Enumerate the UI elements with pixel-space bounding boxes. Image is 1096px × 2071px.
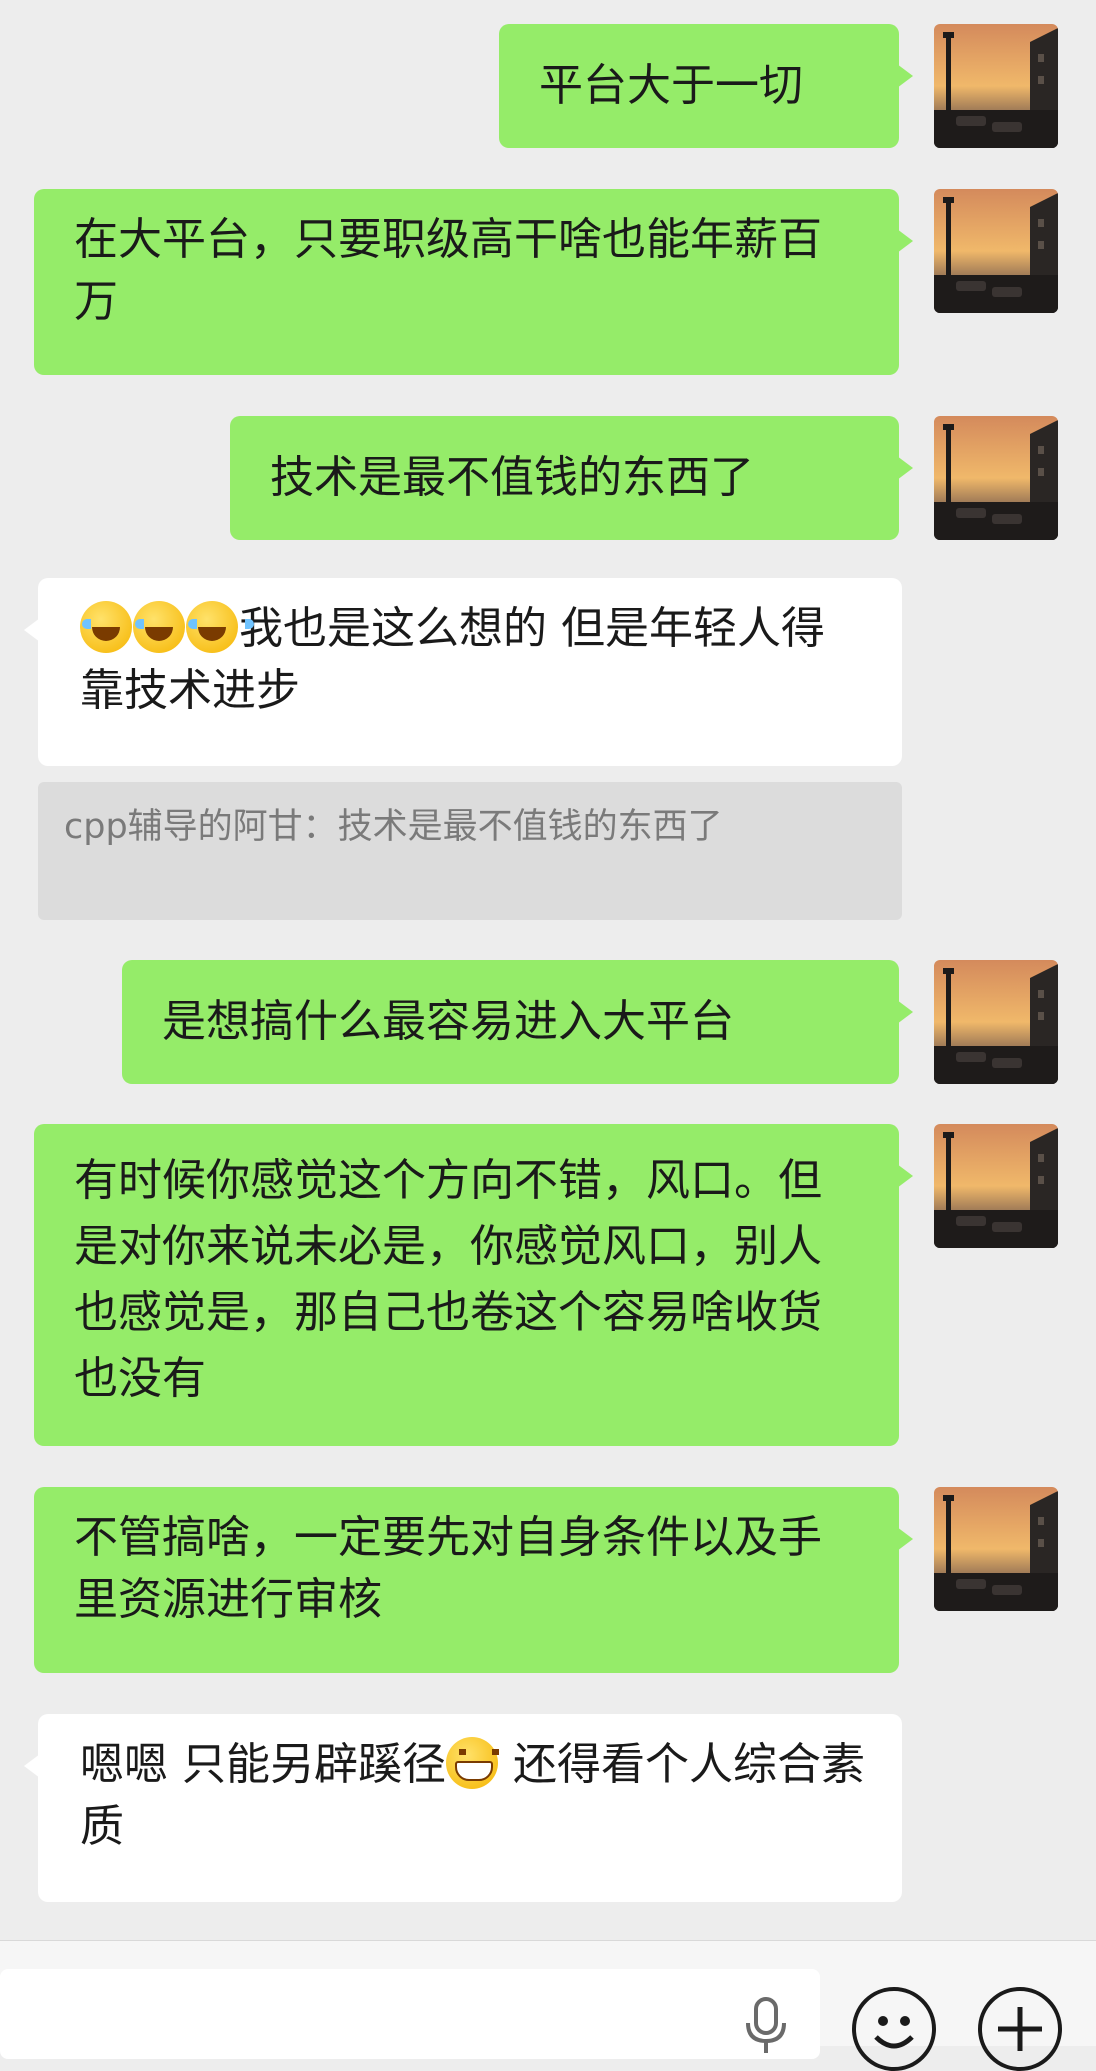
emoji-icon[interactable] (852, 1987, 936, 2071)
message-text: 嗯嗯 只能另辟蹊径 (80, 1739, 446, 1790)
message-text: 在大平台，只要职级高干啥也能年薪百万 (74, 214, 822, 327)
incoming-message[interactable]: 我也是这么想的 但是年轻人得靠技术进步 (24, 578, 902, 766)
incoming-message[interactable]: 嗯嗯 只能另辟蹊径 还得看个人综合素质 (24, 1714, 902, 1902)
message-text: 不管搞啥，一定要先对自身条件以及手里资源进行审核 (74, 1512, 822, 1625)
input-bar (0, 1940, 1096, 2071)
outgoing-message[interactable]: 有时候你感觉这个方向不错，风口。但是对你来说未必是，你感觉风口，别人也感觉是，那… (34, 1124, 913, 1446)
message-text: 是想搞什么最容易进入大平台 (162, 996, 734, 1047)
avatar[interactable] (934, 1487, 1058, 1611)
outgoing-message[interactable]: 平台大于一切 (499, 24, 913, 148)
chat-area[interactable]: 平台大于一切 在大平台，只要职级高干啥也能年薪百万 技术是最不值钱的东西了 我也… (0, 0, 1096, 1940)
tears-of-joy-emoji-icon (80, 601, 148, 653)
outgoing-message[interactable]: 技术是最不值钱的东西了 (230, 416, 913, 540)
message-text: 有时候你感觉这个方向不错，风口。但是对你来说未必是，你感觉风口，别人也感觉是，那… (74, 1155, 822, 1404)
voice-icon[interactable] (740, 1993, 792, 2053)
outgoing-message[interactable]: 不管搞啥，一定要先对自身条件以及手里资源进行审核 (34, 1487, 913, 1673)
tears-of-joy-emoji-icon (186, 601, 254, 653)
avatar[interactable] (934, 189, 1058, 313)
avatar[interactable] (934, 960, 1058, 1084)
avatar[interactable] (934, 1124, 1058, 1248)
avatar[interactable] (934, 416, 1058, 540)
quoted-message[interactable]: cpp辅导的阿甘：技术是最不值钱的东西了 (38, 782, 902, 920)
outgoing-message[interactable]: 是想搞什么最容易进入大平台 (122, 960, 913, 1084)
message-text: 平台大于一切 (539, 60, 803, 111)
message-text: 技术是最不值钱的东西了 (270, 452, 754, 503)
avatar[interactable] (934, 24, 1058, 148)
outgoing-message[interactable]: 在大平台，只要职级高干啥也能年薪百万 (34, 189, 913, 375)
quote-text: cpp辅导的阿甘：技术是最不值钱的东西了 (64, 807, 723, 847)
grinning-face-emoji-icon (446, 1737, 499, 1789)
add-icon[interactable] (978, 1987, 1062, 2071)
tears-of-joy-emoji-icon (133, 601, 201, 653)
